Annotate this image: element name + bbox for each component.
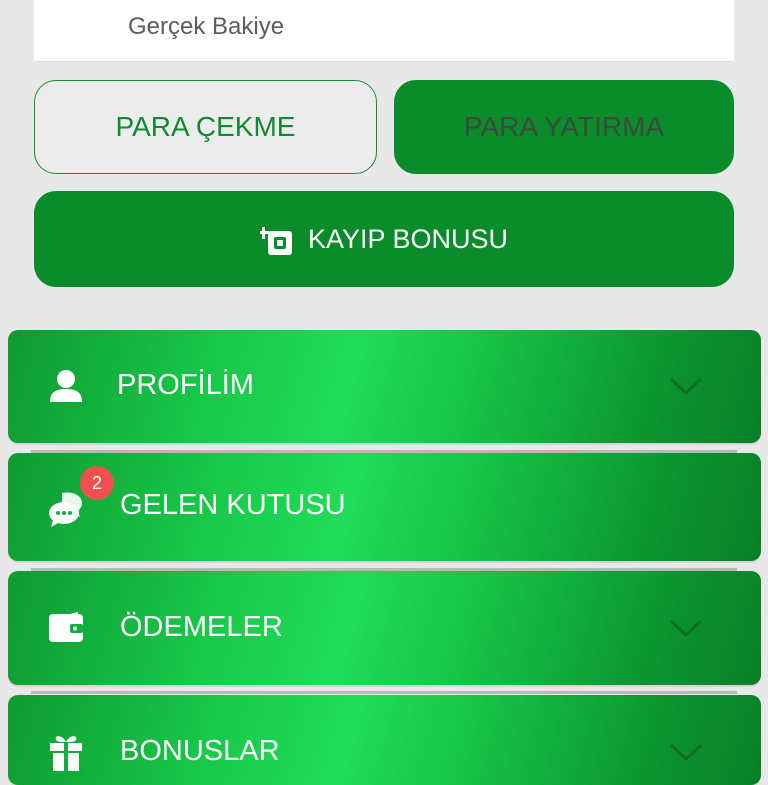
menu-item-label: GELEN KUTUSU — [120, 489, 346, 521]
loss-bonus-button-label: KAYIP BONUSU — [307, 223, 509, 254]
menu-item-label: BONUSLAR — [120, 735, 280, 767]
withdraw-button[interactable]: PARA ÇEKME — [34, 80, 377, 174]
chevron-down-icon — [669, 742, 703, 762]
menu-item-payments[interactable]: ÖDEMELER — [8, 571, 761, 685]
chevron-down-icon — [669, 376, 703, 396]
withdraw-button-label: PARA ÇEKME — [115, 111, 296, 142]
user-icon — [48, 368, 84, 404]
loss-bonus-button[interactable]: KAYIP BONUSU — [34, 191, 734, 287]
deposit-button[interactable]: PARA YATIRMA — [394, 80, 734, 174]
menu-item-label: PROFİLİM — [117, 369, 254, 401]
deposit-button-label: PARA YATIRMA — [463, 111, 665, 142]
wallet-icon — [48, 609, 84, 645]
balance-card: Gerçek Bakiye — [34, 0, 734, 62]
menu-item-inbox[interactable]: GELEN KUTUSU — [8, 453, 761, 561]
menu-item-bonuses[interactable]: BONUSLAR — [8, 695, 761, 785]
unread-count-badge: 2 — [80, 466, 114, 500]
menu-item-profile[interactable]: PROFİLİM — [8, 330, 761, 443]
gift-icon — [48, 733, 84, 771]
chevron-down-icon — [669, 618, 703, 638]
menu-item-label: ÖDEMELER — [120, 611, 283, 643]
menu-divider — [31, 691, 737, 694]
wallet-plus-icon — [259, 221, 296, 257]
chat-icon — [48, 489, 88, 529]
balance-label: Gerçek Bakiye — [128, 13, 285, 40]
